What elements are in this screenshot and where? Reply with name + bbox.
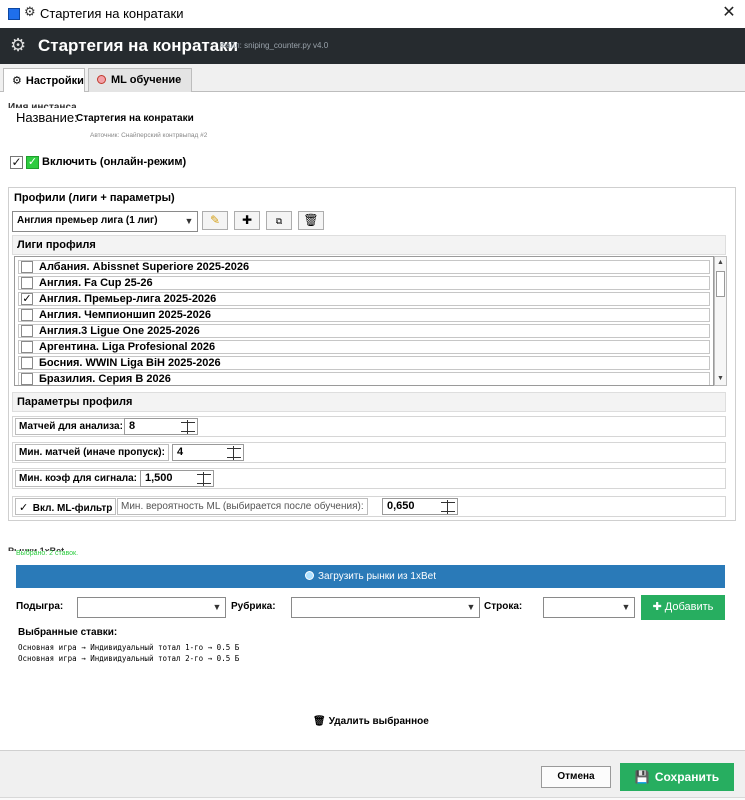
- league-checkbox[interactable]: [21, 309, 33, 321]
- dialog-title: Стартегия на конратаки: [38, 36, 239, 55]
- spin-icon[interactable]: [441, 500, 455, 514]
- copy-profile-button[interactable]: ⧉: [266, 211, 292, 230]
- tab-label: ML обучение: [111, 74, 182, 86]
- profiles-title: Профили (лиги + параметры): [14, 192, 175, 204]
- scroll-up-icon[interactable]: ▲: [715, 257, 726, 269]
- list-item[interactable]: Англия. Fa Cup 25-26: [18, 276, 710, 290]
- window-titlebar: ⚙ Стартегия на конратаки ✕: [0, 0, 745, 28]
- selected-bets-caption: Выбранные ставки:: [18, 627, 118, 638]
- list-item[interactable]: Бразилия. Серия В 2026: [18, 372, 710, 385]
- min-coef-label: Мин. коэф для сигнала:: [15, 470, 142, 487]
- rubric-select[interactable]: ▼: [291, 597, 480, 618]
- rubric-label: Рубрика:: [231, 601, 276, 612]
- param-row-min-matches: Мин. матчей (иначе пропуск): 4: [12, 442, 726, 463]
- matches-label: Матчей для анализа:: [15, 418, 127, 435]
- close-icon[interactable]: ✕: [718, 2, 740, 24]
- chevron-down-icon: ▼: [466, 602, 476, 612]
- pencil-icon: ✎: [209, 213, 221, 227]
- window-title: Стартегия на конратаки: [40, 6, 184, 21]
- delete-selected-button[interactable]: 🗑 Удалить выбранное: [313, 716, 429, 727]
- tab-label: Настройки: [25, 75, 84, 87]
- league-checkbox[interactable]: [21, 261, 33, 273]
- load-markets-button[interactable]: Загрузить рынки из 1xBet: [16, 565, 725, 588]
- gear-icon: ⚙: [10, 35, 27, 55]
- check-icon: ✓: [26, 156, 39, 169]
- app-icon: [8, 8, 20, 20]
- save-button[interactable]: 💾 Сохранить: [620, 763, 734, 791]
- league-checkbox[interactable]: [21, 373, 33, 385]
- min-matches-spinbox[interactable]: 4: [172, 444, 244, 461]
- delete-profile-button[interactable]: 🗑: [298, 211, 324, 230]
- plus-icon: ✚: [241, 213, 253, 227]
- leagues-list[interactable]: Албания. Abissnet Superiore 2025-2026 Ан…: [14, 256, 714, 386]
- league-checkbox[interactable]: [21, 325, 33, 337]
- plus-icon: ✚: [652, 601, 662, 613]
- list-item[interactable]: Босния. WWIN Liga BiH 2025-2026: [18, 356, 710, 370]
- trash-icon: 🗑: [313, 716, 326, 727]
- enable-checkbox[interactable]: ✓: [10, 156, 23, 169]
- leagues-header: Лиги профиля: [12, 235, 726, 255]
- add-profile-button[interactable]: ✚: [234, 211, 260, 230]
- param-row-min-coef: Мин. коэф для сигнала: 1,500: [12, 468, 726, 489]
- cancel-button[interactable]: Отмена: [541, 766, 611, 788]
- param-row-matches: Матчей для анализа: 8: [12, 416, 726, 437]
- ml-filter-checkbox[interactable]: ✓: [19, 501, 30, 514]
- trash-icon: 🗑: [303, 213, 319, 227]
- spin-icon[interactable]: [227, 446, 241, 460]
- gear-icon: ⚙: [12, 75, 22, 87]
- list-item[interactable]: Основная игра → Индивидуальный тотал 2-г…: [18, 654, 239, 663]
- profile-select[interactable]: Англия премьер лига (1 лиг) ▼: [12, 211, 198, 232]
- add-bet-button[interactable]: ✚ Добавить: [641, 595, 725, 620]
- leagues-scrollbar[interactable]: ▲ ▼: [714, 256, 727, 386]
- list-item[interactable]: Англия. Чемпионшип 2025-2026: [18, 308, 710, 322]
- scrollbar-thumb[interactable]: [716, 271, 725, 297]
- min-coef-spinbox[interactable]: 1,500: [140, 470, 214, 487]
- ml-prob-spinbox[interactable]: 0,650: [382, 498, 458, 515]
- params-header: Параметры профиля: [12, 392, 726, 412]
- param-row-ml: ✓ Вкл. ML-фильтр Мин. вероятность ML (вы…: [12, 496, 726, 517]
- tab-ml-training[interactable]: ML обучение: [88, 68, 192, 92]
- row-label: Строка:: [484, 601, 523, 612]
- edit-profile-button[interactable]: ✎: [202, 211, 228, 230]
- copy-icon: ⧉: [275, 216, 283, 226]
- enable-label: Включить (онлайн-режим): [42, 156, 187, 168]
- dialog-header: ⚙ Стартегия на конратаки Файл: sniping_c…: [0, 28, 745, 64]
- ml-prob-label: Мин. вероятность ML (выбирается после об…: [117, 498, 368, 515]
- selected-count: Выбрано: 2 ставок.: [16, 550, 79, 557]
- list-item[interactable]: Аргентина. Liga Profesional 2026: [18, 340, 710, 354]
- chevron-down-icon: ▼: [184, 216, 194, 226]
- subgame-label: Подыгра:: [16, 601, 64, 612]
- league-checkbox[interactable]: [21, 341, 33, 353]
- chevron-down-icon: ▼: [212, 602, 222, 612]
- spin-icon[interactable]: [181, 420, 195, 434]
- list-item[interactable]: Англия.3 Ligue One 2025-2026: [18, 324, 710, 338]
- list-item[interactable]: Основная игра → Индивидуальный тотал 1-г…: [18, 643, 239, 652]
- name-label: Название:: [16, 110, 78, 125]
- author-label: Авточник: Снайперский контрвыпад #2: [90, 132, 208, 139]
- name-caption: Имя инстанса: [8, 102, 77, 108]
- list-item[interactable]: ✓ Англия. Премьер-лига 2025-2026: [18, 292, 710, 306]
- floppy-icon: 💾: [634, 770, 650, 784]
- name-value[interactable]: Стартегия на конратаки: [76, 113, 194, 124]
- league-checkbox[interactable]: ✓: [21, 293, 33, 305]
- league-checkbox[interactable]: [21, 357, 33, 369]
- chevron-down-icon: ▼: [621, 602, 631, 612]
- tab-settings[interactable]: ⚙ Настройки: [3, 68, 85, 93]
- subgame-select[interactable]: ▼: [77, 597, 226, 618]
- matches-spinbox[interactable]: 8: [124, 418, 198, 435]
- row-select[interactable]: ▼: [543, 597, 635, 618]
- list-item[interactable]: Албания. Abissnet Superiore 2025-2026: [18, 260, 710, 274]
- min-matches-label: Мин. матчей (иначе пропуск):: [15, 444, 169, 461]
- file-version-label: Файл: sniping_counter.py v4.0: [220, 41, 329, 50]
- ml-filter-toggle[interactable]: ✓ Вкл. ML-фильтр: [15, 498, 117, 515]
- profile-select-value: Англия премьер лига (1 лиг): [17, 215, 158, 226]
- league-checkbox[interactable]: [21, 277, 33, 289]
- refresh-icon: [305, 571, 315, 580]
- gear-icon: ⚙: [24, 4, 36, 19]
- brain-icon: [97, 75, 106, 84]
- spin-icon[interactable]: [197, 472, 211, 486]
- scroll-down-icon[interactable]: ▼: [715, 373, 726, 385]
